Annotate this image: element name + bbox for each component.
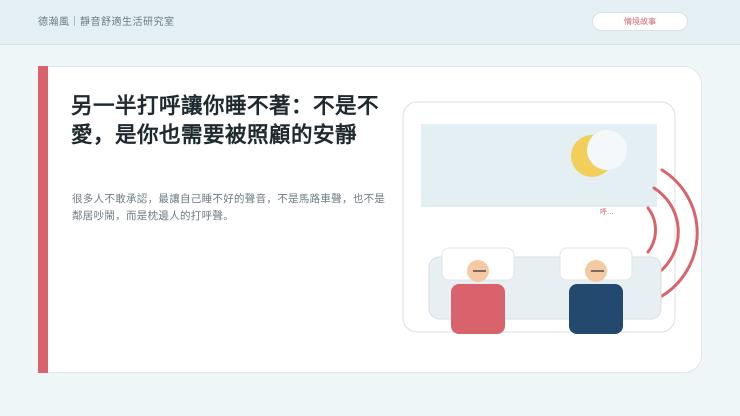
snoring-couple-illustration: 呼... — [402, 101, 699, 334]
accent-bar — [38, 66, 48, 373]
sleeper-right-body — [569, 284, 623, 334]
moon-shadow — [587, 130, 627, 170]
sleeper-left-body — [451, 284, 505, 334]
night-sky — [421, 124, 657, 206]
article-body: 很多人不敢承認，最讓自己睡不好的聲音，不是馬路車聲，也不是鄰居吵鬧，而是枕邊人的… — [72, 193, 386, 222]
snore-text: 呼... — [600, 207, 614, 216]
top-bar: 德瀚風｜靜音舒適生活研究室 情境故事 — [0, 0, 740, 45]
story-nav-button[interactable]: 情境故事 — [592, 12, 688, 31]
brand-title: 德瀚風｜靜音舒適生活研究室 — [38, 17, 175, 28]
article-headline: 另一半打呼讓你睡不著：不是不愛，是你也需要被照顧的安靜 — [71, 94, 380, 148]
